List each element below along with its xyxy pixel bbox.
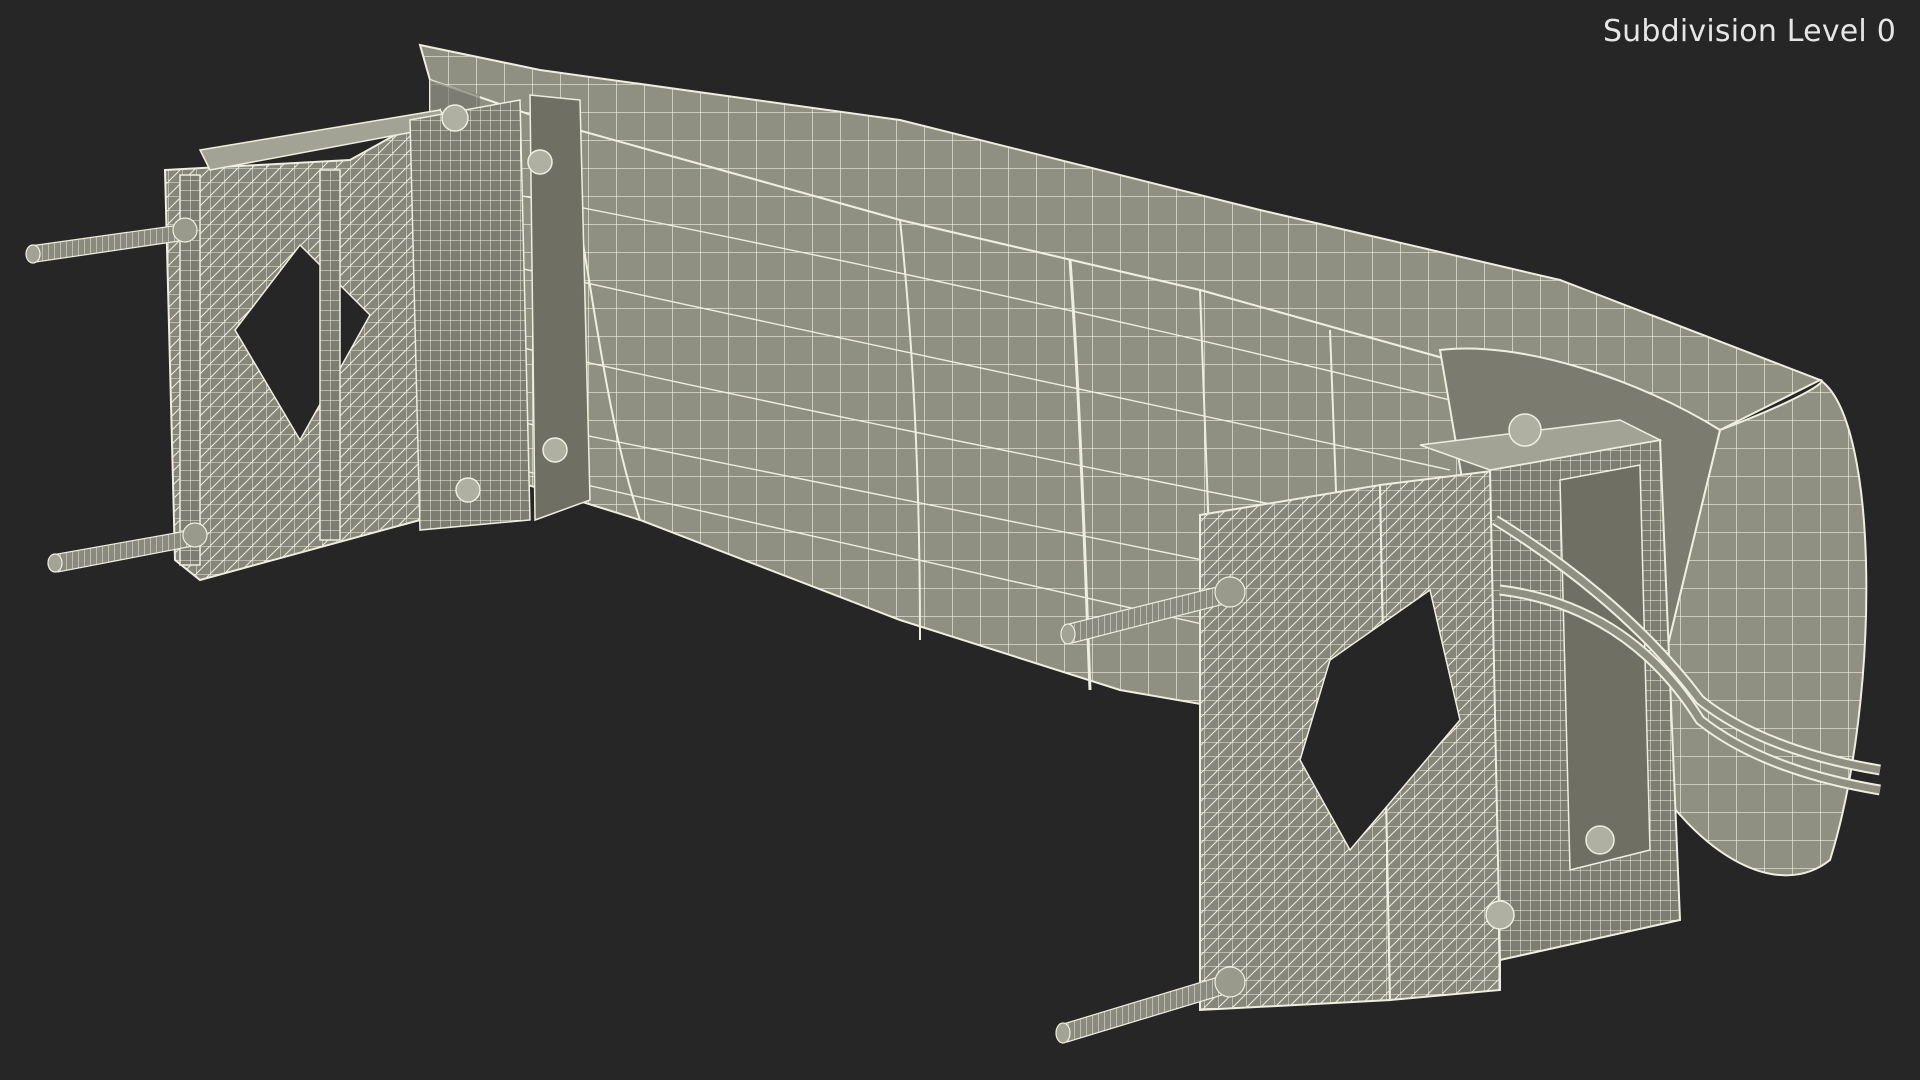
right-mounting-bracket [1199, 413, 1682, 1012]
viewport: Subdivision Level 0 [0, 0, 1920, 1080]
wireframe-render [25, 43, 1881, 1044]
